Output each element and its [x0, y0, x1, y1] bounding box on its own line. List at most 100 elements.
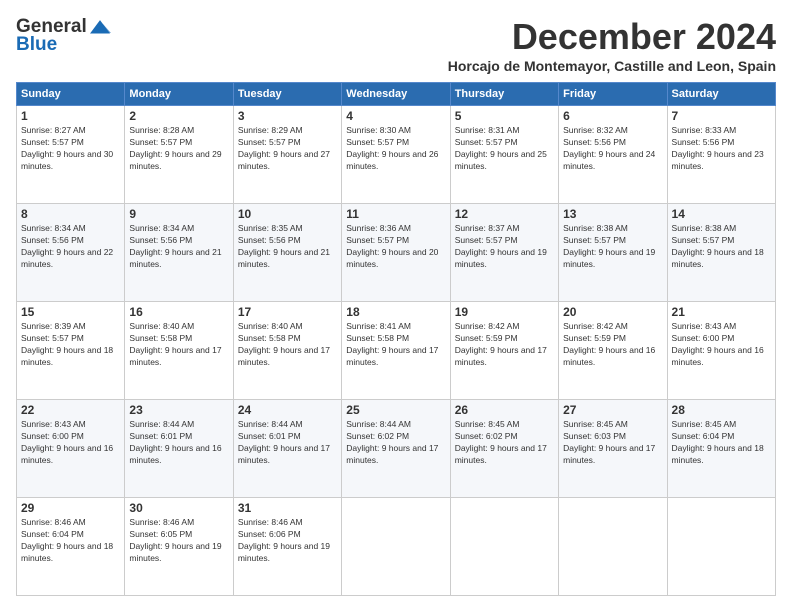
day-number: 21	[672, 305, 771, 319]
cell-info: Sunrise: 8:46 AM Sunset: 6:04 PM Dayligh…	[21, 517, 120, 565]
cell-info: Sunrise: 8:43 AM Sunset: 6:00 PM Dayligh…	[21, 419, 120, 467]
sunrise-text: Sunrise: 8:29 AM	[238, 125, 337, 137]
sunset-text: Sunset: 5:57 PM	[238, 137, 337, 149]
sunset-text: Sunset: 5:57 PM	[672, 235, 771, 247]
sunset-text: Sunset: 6:01 PM	[129, 431, 228, 443]
sunrise-text: Sunrise: 8:42 AM	[563, 321, 662, 333]
cell-info: Sunrise: 8:38 AM Sunset: 5:57 PM Dayligh…	[563, 223, 662, 271]
daylight-text: Daylight: 9 hours and 18 minutes.	[672, 443, 771, 467]
calendar-cell: 12 Sunrise: 8:37 AM Sunset: 5:57 PM Dayl…	[450, 204, 558, 302]
daylight-text: Daylight: 9 hours and 17 minutes.	[455, 443, 554, 467]
calendar-cell: 6 Sunrise: 8:32 AM Sunset: 5:56 PM Dayli…	[559, 106, 667, 204]
day-number: 26	[455, 403, 554, 417]
cell-info: Sunrise: 8:27 AM Sunset: 5:57 PM Dayligh…	[21, 125, 120, 173]
daylight-text: Daylight: 9 hours and 17 minutes.	[346, 345, 445, 369]
weekday-header-sunday: Sunday	[17, 83, 125, 106]
sunrise-text: Sunrise: 8:31 AM	[455, 125, 554, 137]
calendar-cell: 9 Sunrise: 8:34 AM Sunset: 5:56 PM Dayli…	[125, 204, 233, 302]
cell-info: Sunrise: 8:30 AM Sunset: 5:57 PM Dayligh…	[346, 125, 445, 173]
day-number: 17	[238, 305, 337, 319]
daylight-text: Daylight: 9 hours and 24 minutes.	[563, 149, 662, 173]
day-number: 18	[346, 305, 445, 319]
calendar-cell: 1 Sunrise: 8:27 AM Sunset: 5:57 PM Dayli…	[17, 106, 125, 204]
day-number: 27	[563, 403, 662, 417]
day-number: 31	[238, 501, 337, 515]
day-number: 16	[129, 305, 228, 319]
calendar-week-row: 29 Sunrise: 8:46 AM Sunset: 6:04 PM Dayl…	[17, 498, 776, 596]
sunset-text: Sunset: 5:58 PM	[238, 333, 337, 345]
sunrise-text: Sunrise: 8:44 AM	[129, 419, 228, 431]
sunrise-text: Sunrise: 8:41 AM	[346, 321, 445, 333]
calendar-cell: 8 Sunrise: 8:34 AM Sunset: 5:56 PM Dayli…	[17, 204, 125, 302]
calendar-cell	[559, 498, 667, 596]
sunset-text: Sunset: 5:57 PM	[563, 235, 662, 247]
title-block: December 2024 Horcajo de Montemayor, Cas…	[448, 16, 776, 74]
cell-info: Sunrise: 8:46 AM Sunset: 6:05 PM Dayligh…	[129, 517, 228, 565]
daylight-text: Daylight: 9 hours and 17 minutes.	[238, 443, 337, 467]
calendar-cell: 16 Sunrise: 8:40 AM Sunset: 5:58 PM Dayl…	[125, 302, 233, 400]
calendar-cell: 7 Sunrise: 8:33 AM Sunset: 5:56 PM Dayli…	[667, 106, 775, 204]
sunset-text: Sunset: 6:03 PM	[563, 431, 662, 443]
cell-info: Sunrise: 8:45 AM Sunset: 6:04 PM Dayligh…	[672, 419, 771, 467]
calendar-cell: 10 Sunrise: 8:35 AM Sunset: 5:56 PM Dayl…	[233, 204, 341, 302]
sunrise-text: Sunrise: 8:44 AM	[238, 419, 337, 431]
weekday-header-wednesday: Wednesday	[342, 83, 450, 106]
sunset-text: Sunset: 5:56 PM	[129, 235, 228, 247]
day-number: 11	[346, 207, 445, 221]
daylight-text: Daylight: 9 hours and 21 minutes.	[238, 247, 337, 271]
calendar-week-row: 1 Sunrise: 8:27 AM Sunset: 5:57 PM Dayli…	[17, 106, 776, 204]
logo-icon	[89, 19, 111, 35]
header: General Blue December 2024 Horcajo de Mo…	[16, 16, 776, 74]
daylight-text: Daylight: 9 hours and 17 minutes.	[455, 345, 554, 369]
daylight-text: Daylight: 9 hours and 16 minutes.	[129, 443, 228, 467]
daylight-text: Daylight: 9 hours and 17 minutes.	[238, 345, 337, 369]
sunset-text: Sunset: 5:57 PM	[455, 235, 554, 247]
sunrise-text: Sunrise: 8:33 AM	[672, 125, 771, 137]
sunrise-text: Sunrise: 8:43 AM	[21, 419, 120, 431]
daylight-text: Daylight: 9 hours and 29 minutes.	[129, 149, 228, 173]
day-number: 1	[21, 109, 120, 123]
calendar-cell: 2 Sunrise: 8:28 AM Sunset: 5:57 PM Dayli…	[125, 106, 233, 204]
daylight-text: Daylight: 9 hours and 26 minutes.	[346, 149, 445, 173]
calendar-cell: 27 Sunrise: 8:45 AM Sunset: 6:03 PM Dayl…	[559, 400, 667, 498]
daylight-text: Daylight: 9 hours and 21 minutes.	[129, 247, 228, 271]
cell-info: Sunrise: 8:34 AM Sunset: 5:56 PM Dayligh…	[21, 223, 120, 271]
sunset-text: Sunset: 5:56 PM	[672, 137, 771, 149]
sunset-text: Sunset: 5:59 PM	[563, 333, 662, 345]
calendar-header-row: SundayMondayTuesdayWednesdayThursdayFrid…	[17, 83, 776, 106]
sunset-text: Sunset: 5:57 PM	[129, 137, 228, 149]
calendar-cell: 11 Sunrise: 8:36 AM Sunset: 5:57 PM Dayl…	[342, 204, 450, 302]
day-number: 19	[455, 305, 554, 319]
daylight-text: Daylight: 9 hours and 19 minutes.	[563, 247, 662, 271]
day-number: 9	[129, 207, 228, 221]
weekday-header-thursday: Thursday	[450, 83, 558, 106]
day-number: 23	[129, 403, 228, 417]
calendar-week-row: 22 Sunrise: 8:43 AM Sunset: 6:00 PM Dayl…	[17, 400, 776, 498]
calendar-cell: 20 Sunrise: 8:42 AM Sunset: 5:59 PM Dayl…	[559, 302, 667, 400]
cell-info: Sunrise: 8:44 AM Sunset: 6:02 PM Dayligh…	[346, 419, 445, 467]
cell-info: Sunrise: 8:45 AM Sunset: 6:02 PM Dayligh…	[455, 419, 554, 467]
day-number: 25	[346, 403, 445, 417]
sunset-text: Sunset: 5:56 PM	[238, 235, 337, 247]
calendar-cell: 24 Sunrise: 8:44 AM Sunset: 6:01 PM Dayl…	[233, 400, 341, 498]
daylight-text: Daylight: 9 hours and 30 minutes.	[21, 149, 120, 173]
sunrise-text: Sunrise: 8:38 AM	[672, 223, 771, 235]
daylight-text: Daylight: 9 hours and 16 minutes.	[21, 443, 120, 467]
calendar-week-row: 8 Sunrise: 8:34 AM Sunset: 5:56 PM Dayli…	[17, 204, 776, 302]
sunset-text: Sunset: 5:58 PM	[346, 333, 445, 345]
sunrise-text: Sunrise: 8:30 AM	[346, 125, 445, 137]
cell-info: Sunrise: 8:39 AM Sunset: 5:57 PM Dayligh…	[21, 321, 120, 369]
day-number: 3	[238, 109, 337, 123]
sunrise-text: Sunrise: 8:37 AM	[455, 223, 554, 235]
sunrise-text: Sunrise: 8:46 AM	[129, 517, 228, 529]
sunrise-text: Sunrise: 8:44 AM	[346, 419, 445, 431]
cell-info: Sunrise: 8:41 AM Sunset: 5:58 PM Dayligh…	[346, 321, 445, 369]
day-number: 29	[21, 501, 120, 515]
day-number: 14	[672, 207, 771, 221]
cell-info: Sunrise: 8:35 AM Sunset: 5:56 PM Dayligh…	[238, 223, 337, 271]
sunset-text: Sunset: 6:02 PM	[455, 431, 554, 443]
cell-info: Sunrise: 8:34 AM Sunset: 5:56 PM Dayligh…	[129, 223, 228, 271]
calendar-cell: 15 Sunrise: 8:39 AM Sunset: 5:57 PM Dayl…	[17, 302, 125, 400]
daylight-text: Daylight: 9 hours and 18 minutes.	[672, 247, 771, 271]
day-number: 6	[563, 109, 662, 123]
